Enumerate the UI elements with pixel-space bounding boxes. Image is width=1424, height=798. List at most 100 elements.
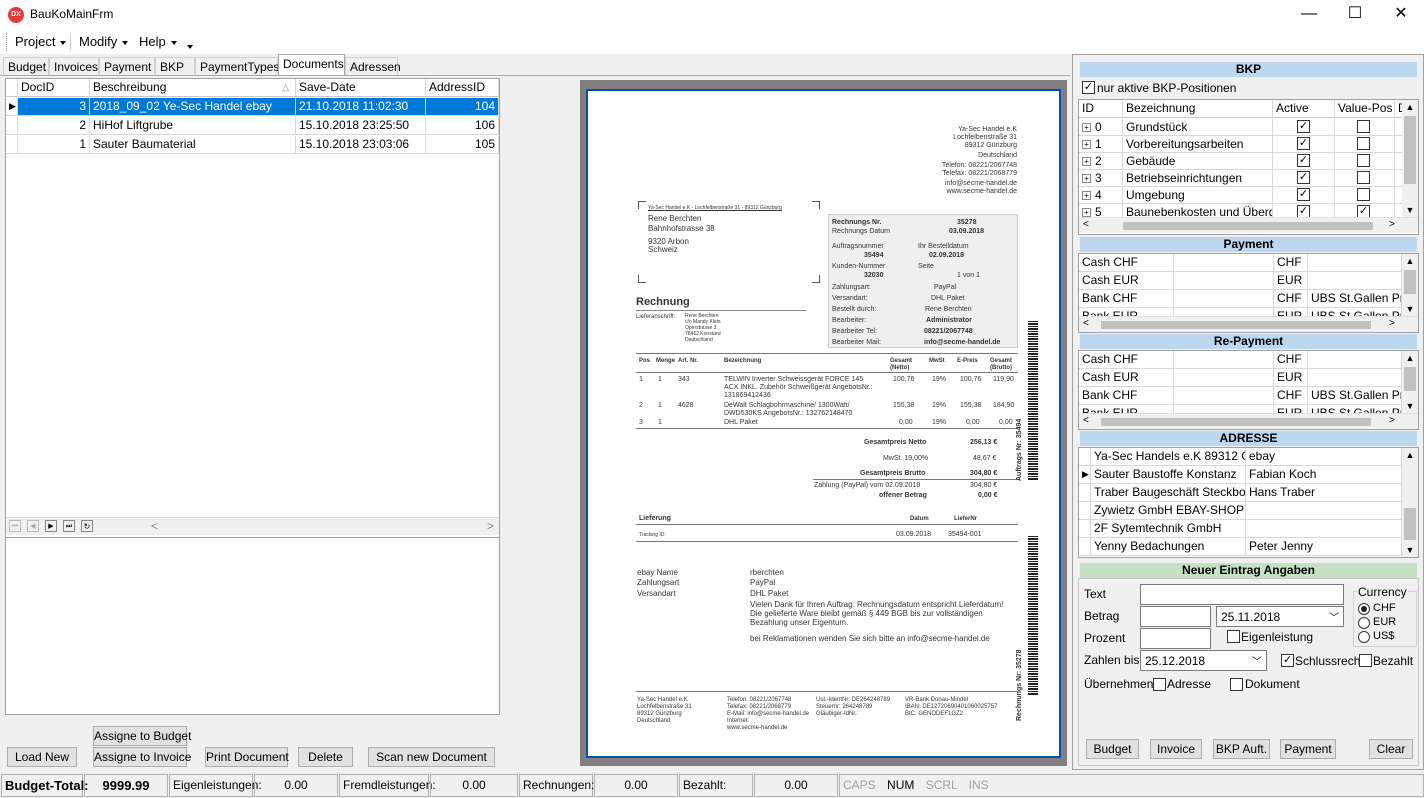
- bkp-grid[interactable]: ID Bezeichnung Active Value-Pos D +0Grun…: [1078, 99, 1419, 235]
- eigenleistung-checkbox[interactable]: [1227, 630, 1240, 643]
- expand-icon[interactable]: +: [1082, 140, 1091, 150]
- value-pos-checkbox[interactable]: [1357, 171, 1370, 184]
- scroll-right-icon[interactable]: >: [487, 519, 494, 533]
- tab-payment[interactable]: Payment: [99, 57, 155, 75]
- value-pos-checkbox[interactable]: [1357, 137, 1370, 150]
- scroll-thumb[interactable]: [1404, 508, 1416, 540]
- payment-row-name[interactable]: Cash EUR: [1079, 369, 1174, 387]
- tab-invoices[interactable]: Invoices: [49, 57, 99, 75]
- payment-row-extra[interactable]: [1174, 387, 1274, 405]
- bkp-row-id[interactable]: +4: [1079, 187, 1123, 204]
- scroll-left-icon[interactable]: <: [1083, 318, 1089, 329]
- payment-row-bank[interactable]: UBS St.Gallen Priva: [1308, 290, 1402, 308]
- bkp-filter-checkbox[interactable]: ✓: [1082, 81, 1095, 94]
- col-bezeichnung[interactable]: Bezeichnung: [1123, 100, 1273, 118]
- table-cell[interactable]: 15.10.2018 23:03:06: [296, 136, 426, 154]
- expand-icon[interactable]: +: [1082, 157, 1091, 167]
- expand-icon[interactable]: +: [1082, 208, 1091, 218]
- scroll-down-icon[interactable]: ▼: [1402, 401, 1418, 411]
- bkp-auft-button[interactable]: BKP Auft.: [1213, 739, 1270, 759]
- adresse-row-name[interactable]: 2F Sytemtechnik GmbH: [1091, 520, 1246, 538]
- col-id[interactable]: ID: [1079, 100, 1123, 118]
- payment-row-currency[interactable]: CHF: [1274, 351, 1308, 369]
- bkp-row-id[interactable]: +3: [1079, 170, 1123, 187]
- scroll-thumb[interactable]: [1101, 321, 1371, 329]
- expand-icon[interactable]: +: [1082, 174, 1091, 184]
- load-new-button[interactable]: Load New: [7, 747, 77, 767]
- text-input[interactable]: [1140, 584, 1344, 605]
- scan-new-document-button[interactable]: Scan new Document: [368, 747, 495, 767]
- bkp-row-name[interactable]: Gebäude: [1123, 153, 1273, 170]
- table-cell[interactable]: 3: [18, 98, 90, 116]
- table-cell[interactable]: HiHof Liftgrube: [90, 117, 296, 135]
- bkp-row-value-pos[interactable]: [1335, 153, 1395, 170]
- col-addressid[interactable]: AddressID: [426, 79, 499, 97]
- payment-row-extra[interactable]: [1174, 254, 1274, 272]
- bkp-row-active[interactable]: ✓: [1273, 170, 1335, 187]
- adresse-row-contact[interactable]: Fabian Koch: [1246, 466, 1402, 484]
- payment-row-bank[interactable]: UBS St.Gallen Priva: [1308, 387, 1402, 405]
- bkp-row-name[interactable]: Umgebung: [1123, 187, 1273, 204]
- scroll-up-icon[interactable]: ▲: [1402, 353, 1418, 363]
- bezahlt-checkbox[interactable]: [1359, 654, 1372, 667]
- date-picker-2[interactable]: 25.12.2018 ﹀: [1140, 650, 1267, 671]
- payment-row-bank[interactable]: [1308, 351, 1402, 369]
- value-pos-checkbox[interactable]: [1357, 188, 1370, 201]
- repayment-vscroll[interactable]: ▲ ▼: [1402, 351, 1418, 413]
- first-record-icon[interactable]: ⏮: [9, 520, 21, 532]
- minimize-button[interactable]: —: [1286, 0, 1332, 30]
- bkp-row-value-pos[interactable]: [1335, 170, 1395, 187]
- menu-modify[interactable]: Modify: [79, 34, 129, 49]
- last-record-icon[interactable]: ⏭: [63, 520, 75, 532]
- value-pos-checkbox[interactable]: [1357, 154, 1370, 167]
- payment-row-bank[interactable]: [1308, 272, 1402, 290]
- payment-row-extra[interactable]: [1174, 369, 1274, 387]
- scroll-up-icon[interactable]: ▲: [1402, 102, 1418, 112]
- currency-usd-radio[interactable]: [1358, 631, 1370, 643]
- bkp-row-name[interactable]: Grundstück: [1123, 119, 1273, 136]
- bkp-row-active[interactable]: ✓: [1273, 136, 1335, 153]
- currency-chf-radio[interactable]: [1358, 603, 1370, 615]
- menu-help[interactable]: Help: [139, 34, 177, 49]
- adresse-row-contact[interactable]: ebay: [1246, 448, 1402, 466]
- payment-row-currency[interactable]: EUR: [1274, 272, 1308, 290]
- payment-row-name[interactable]: Bank CHF: [1079, 387, 1174, 405]
- bkp-vscroll[interactable]: ▲ ▼: [1402, 100, 1418, 217]
- tab-budget[interactable]: Budget: [3, 57, 49, 75]
- adresse-row-contact[interactable]: [1246, 502, 1402, 520]
- adresse-checkbox[interactable]: [1153, 678, 1166, 691]
- payment-row-extra[interactable]: [1174, 290, 1274, 308]
- scroll-down-icon[interactable]: ▼: [1402, 545, 1418, 555]
- assign-to-invoice-button[interactable]: Assigne to Invoice: [93, 747, 191, 767]
- scroll-thumb[interactable]: [1404, 116, 1416, 184]
- bkp-row-active[interactable]: ✓: [1273, 119, 1335, 136]
- adresse-row-name[interactable]: Ya-Sec Handels e.K 89312 Günz: [1091, 448, 1246, 466]
- payment-row-extra[interactable]: [1174, 351, 1274, 369]
- expand-icon[interactable]: +: [1082, 123, 1091, 133]
- payment-row-extra[interactable]: [1174, 272, 1274, 290]
- bkp-hscroll[interactable]: < >: [1079, 217, 1418, 233]
- active-checkbox[interactable]: ✓: [1297, 188, 1310, 201]
- tab-paymenttypes[interactable]: PaymentTypes: [195, 57, 279, 75]
- bkp-row-value-pos[interactable]: [1335, 136, 1395, 153]
- bkp-row-active[interactable]: ✓: [1273, 153, 1335, 170]
- print-document-button[interactable]: Print Document: [205, 747, 289, 767]
- scroll-up-icon[interactable]: ▲: [1402, 450, 1418, 460]
- payment-row-name[interactable]: Cash CHF: [1079, 254, 1174, 272]
- col-beschreibung[interactable]: Beschreibung △: [90, 79, 296, 97]
- scroll-left-icon[interactable]: <: [1083, 219, 1089, 230]
- menu-overflow-icon[interactable]: [182, 41, 193, 51]
- payment-row-currency[interactable]: EUR: [1274, 369, 1308, 387]
- clear-button[interactable]: Clear: [1369, 739, 1413, 759]
- documents-grid[interactable]: DocID Beschreibung △ Save-Date AddressID …: [5, 78, 500, 538]
- scroll-right-icon[interactable]: >: [1389, 219, 1395, 230]
- delete-button[interactable]: Delete: [298, 747, 353, 767]
- prozent-input[interactable]: [1140, 628, 1211, 649]
- table-cell[interactable]: 1: [18, 136, 90, 154]
- chevron-down-icon[interactable]: ﹀: [1329, 610, 1339, 628]
- scroll-left-icon[interactable]: <: [151, 519, 158, 533]
- prev-record-icon[interactable]: ◀: [27, 520, 39, 532]
- scroll-down-icon[interactable]: ▼: [1402, 205, 1418, 215]
- tab-adressen[interactable]: Adressen: [345, 57, 401, 75]
- currency-eur-radio[interactable]: [1358, 617, 1370, 629]
